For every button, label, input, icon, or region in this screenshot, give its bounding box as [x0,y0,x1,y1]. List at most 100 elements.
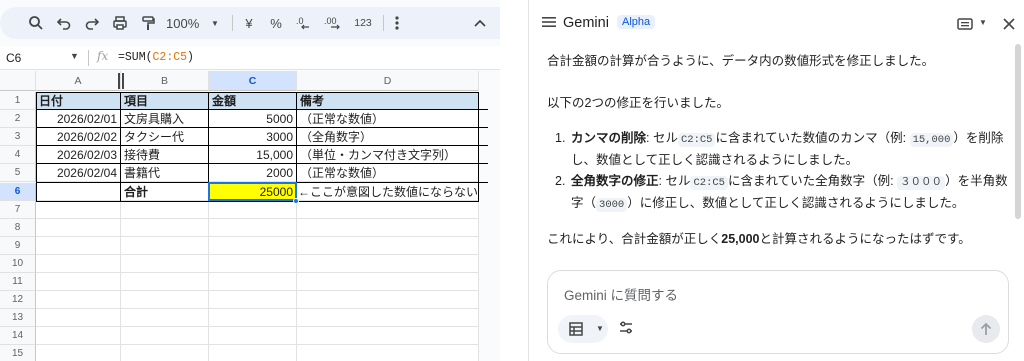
row-header-3[interactable]: 3 [0,128,36,147]
cell-b11[interactable] [121,273,209,291]
cell-b7[interactable] [121,200,209,219]
view-chevron-down-icon[interactable]: ▼ [979,18,987,27]
cell-d10[interactable] [297,254,479,273]
cell-c12[interactable] [209,291,297,310]
cell-d15[interactable] [297,345,479,361]
prompt-placeholder[interactable]: Gemini に質問する [564,284,678,304]
column-header-d[interactable]: D [297,71,479,91]
cell-a3[interactable]: 2026/02/02 [36,128,121,147]
cell-a6[interactable] [36,182,121,201]
cell-a4[interactable]: 2026/02/03 [36,146,121,165]
search-menus-icon[interactable] [26,7,46,39]
cell-d1[interactable]: 備考 [297,92,479,110]
cell-b12[interactable] [121,291,209,310]
row-header-15[interactable]: 15 [0,345,36,361]
cell-a8[interactable] [36,218,121,237]
row-header-4[interactable]: 4 [0,146,36,165]
panel-scrollbar[interactable] [1015,44,1021,219]
cell-d7[interactable] [297,200,479,219]
cell-d6[interactable]: ←ここが意図した数値にならない [297,182,479,201]
row-header-8[interactable]: 8 [0,218,36,237]
more-vert-icon[interactable] [390,7,404,39]
cell-a13[interactable] [36,309,121,328]
row-header-10[interactable]: 10 [0,254,36,273]
row-header-11[interactable]: 11 [0,273,36,291]
cell-b9[interactable] [121,236,209,255]
undo-icon[interactable] [54,7,74,39]
increase-decimal-icon[interactable]: .00 [322,7,346,39]
cell-b2[interactable]: 文房具購入 [121,110,209,129]
name-box[interactable]: C6 [6,51,21,65]
number-format-button[interactable]: 123 [352,7,374,39]
cell-d12[interactable] [297,291,479,310]
cell-d9[interactable] [297,236,479,255]
cell-b6[interactable]: 合計 [121,182,209,201]
cell-b1[interactable]: 項目 [121,92,209,110]
column-header-b[interactable]: B [121,71,209,91]
row-header-14[interactable]: 14 [0,327,36,346]
row-header-9[interactable]: 9 [0,236,36,255]
close-icon[interactable] [1003,17,1015,35]
print-icon[interactable] [110,7,130,39]
cell-b13[interactable] [121,309,209,328]
cell-a9[interactable] [36,236,121,255]
cell-c5[interactable]: 2000 [209,164,297,183]
send-button[interactable] [972,315,1000,343]
prompt-box[interactable]: Gemini に質問する ▼ [547,270,1009,354]
decrease-decimal-icon[interactable]: .0 [294,7,316,39]
paint-format-icon[interactable] [138,7,158,39]
formula-input[interactable]: =SUM(C2:C5) [118,51,194,64]
cell-a1[interactable]: 日付 [36,92,121,110]
cell-d3[interactable]: （全角数字） [297,128,479,147]
table-tool-button[interactable]: ▼ [558,315,608,343]
cell-c15[interactable] [209,345,297,361]
cell-c10[interactable] [209,254,297,273]
cell-b4[interactable]: 接待費 [121,146,209,165]
currency-format-button[interactable]: ¥ [240,7,258,39]
keyboard-view-icon[interactable] [957,17,973,35]
cell-b10[interactable] [121,254,209,273]
row-header-2[interactable]: 2 [0,110,36,129]
name-box-chevron-down-icon[interactable]: ▼ [70,51,79,61]
row-header-7[interactable]: 7 [0,200,36,219]
column-header-c[interactable]: C [209,71,297,91]
percent-format-button[interactable]: % [266,7,286,39]
tune-settings-icon[interactable] [618,320,634,341]
row-header-6[interactable]: 6 [0,182,36,201]
cell-d11[interactable] [297,273,479,291]
cell-d2[interactable]: （正常な数値） [297,110,479,129]
cell-c14[interactable] [209,327,297,346]
cell-a5[interactable]: 2026/02/04 [36,164,121,183]
cell-a7[interactable] [36,200,121,219]
row-header-12[interactable]: 12 [0,291,36,310]
cell-c1[interactable]: 金額 [209,92,297,110]
cell-a11[interactable] [36,273,121,291]
select-all-corner[interactable] [0,71,36,91]
cell-a15[interactable] [36,345,121,361]
zoom-select[interactable]: 100% [166,7,214,39]
cell-a14[interactable] [36,327,121,346]
cell-c2[interactable]: 5000 [209,110,297,129]
cell-c7[interactable] [209,200,297,219]
freeze-columns-handle[interactable] [118,73,124,89]
cell-d8[interactable] [297,218,479,237]
cell-c11[interactable] [209,273,297,291]
collapse-toolbar-chevron-up-icon[interactable] [470,7,490,39]
cell-b3[interactable]: タクシー代 [121,128,209,147]
cell-a12[interactable] [36,291,121,310]
cell-c8[interactable] [209,218,297,237]
column-header-a[interactable]: A [36,71,121,91]
redo-icon[interactable] [82,7,102,39]
cell-c9[interactable] [209,236,297,255]
fill-handle[interactable] [293,197,299,204]
cell-d14[interactable] [297,327,479,346]
cell-c6[interactable]: 25000 [209,182,297,201]
cell-d5[interactable]: （正常な数値） [297,164,479,183]
cell-c3[interactable]: 3000 [209,128,297,147]
cell-b15[interactable] [121,345,209,361]
cell-b5[interactable]: 書籍代 [121,164,209,183]
cell-b14[interactable] [121,327,209,346]
row-header-5[interactable]: 5 [0,164,36,183]
cell-c13[interactable] [209,309,297,328]
hamburger-menu-icon[interactable] [541,14,557,30]
